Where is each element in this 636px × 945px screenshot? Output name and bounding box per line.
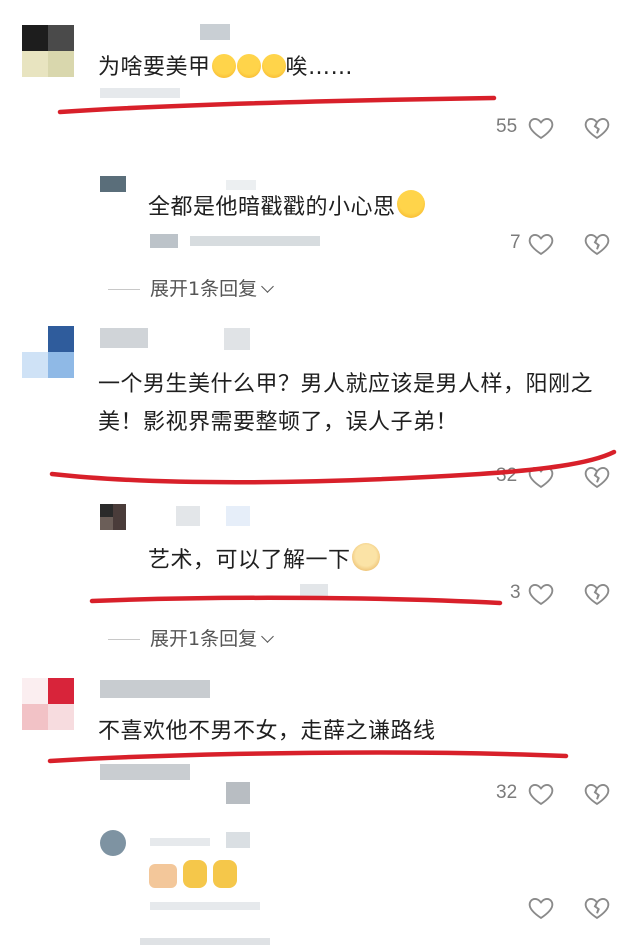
red-underline bbox=[49, 449, 617, 485]
red-underline bbox=[47, 750, 569, 764]
annotation-layer bbox=[47, 95, 617, 764]
red-underline bbox=[57, 95, 497, 115]
red-underline bbox=[89, 595, 503, 606]
comments-screen: { "comments": [ { "text": "为啥要美甲", "text… bbox=[0, 0, 636, 945]
